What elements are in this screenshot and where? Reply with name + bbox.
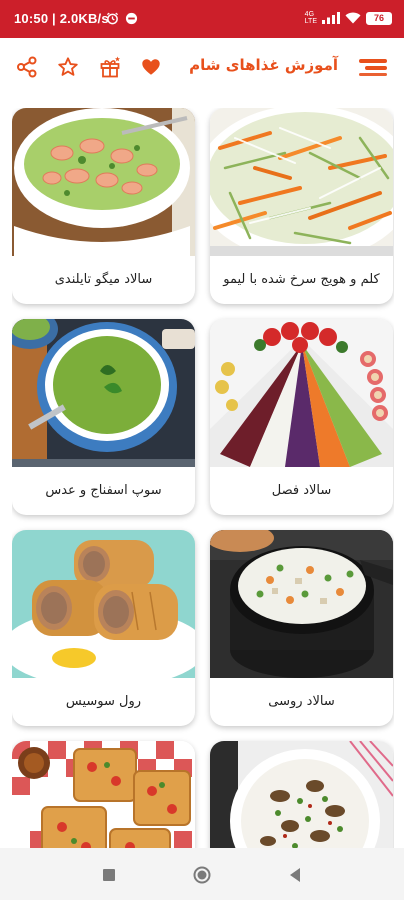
network-sub-label: LTE [304, 18, 317, 25]
page-title: آموزش غذاهای شام [189, 56, 338, 74]
network-type: 4G LTE [305, 11, 317, 25]
recipe-card[interactable] [12, 741, 195, 848]
alarm-icon [106, 12, 119, 25]
recipe-image-russian-salad [210, 530, 393, 678]
status-bar: 10:50 | 2.0KB/s 4G LTE 76 [0, 0, 404, 38]
recents-icon[interactable] [98, 864, 120, 886]
recipe-image-sausage-roll [12, 530, 195, 678]
recipe-title: رول سوسیس [65, 694, 142, 709]
recipe-grid: کلم و هویج سرخ شده با لیمو سالاد میگو تا… [12, 108, 394, 848]
heart-icon[interactable] [138, 54, 164, 80]
system-nav-bar [0, 848, 404, 900]
network-label: 4G [304, 11, 315, 18]
battery-indicator: 76 [366, 11, 392, 25]
recipe-card[interactable]: سالاد فصل [210, 319, 393, 515]
recipe-image-shrimp-salad [12, 108, 195, 256]
share-icon[interactable] [14, 54, 40, 80]
recipe-title: سوپ اسفناج و عدس [45, 483, 162, 498]
menu-icon[interactable] [358, 54, 388, 80]
recipe-image-eggplant-yogurt [210, 741, 393, 848]
recipe-image-mini-pizza [12, 741, 195, 848]
star-icon[interactable] [55, 54, 81, 80]
recipe-card[interactable]: سالاد روسی [210, 530, 393, 726]
recipe-card[interactable] [210, 741, 393, 848]
gift-icon[interactable] [97, 54, 123, 80]
recipe-title: سالاد میگو تایلندی [54, 272, 153, 287]
status-time: 10:50 | 2.0KB/s [14, 11, 109, 26]
recipe-image-spinach-soup [12, 319, 195, 467]
recipe-card[interactable]: سوپ اسفناج و عدس [12, 319, 195, 515]
dnd-icon [125, 12, 138, 25]
recipe-card[interactable]: کلم و هویج سرخ شده با لیمو [210, 108, 393, 304]
recipe-title: کلم و هویج سرخ شده با لیمو [223, 272, 380, 287]
app-bar: آموزش غذاهای شام [0, 38, 404, 96]
recipe-image-cabbage-salad [210, 108, 393, 256]
back-icon[interactable] [284, 864, 306, 886]
recipe-image-season-salad [210, 319, 393, 467]
wifi-icon [345, 12, 361, 24]
recipe-card[interactable]: سالاد میگو تایلندی [12, 108, 195, 304]
signal-icon [322, 12, 340, 24]
home-icon[interactable] [191, 864, 213, 886]
recipe-title: سالاد روسی [268, 694, 335, 709]
recipe-title: سالاد فصل [271, 483, 332, 498]
recipe-card[interactable]: رول سوسیس [12, 530, 195, 726]
